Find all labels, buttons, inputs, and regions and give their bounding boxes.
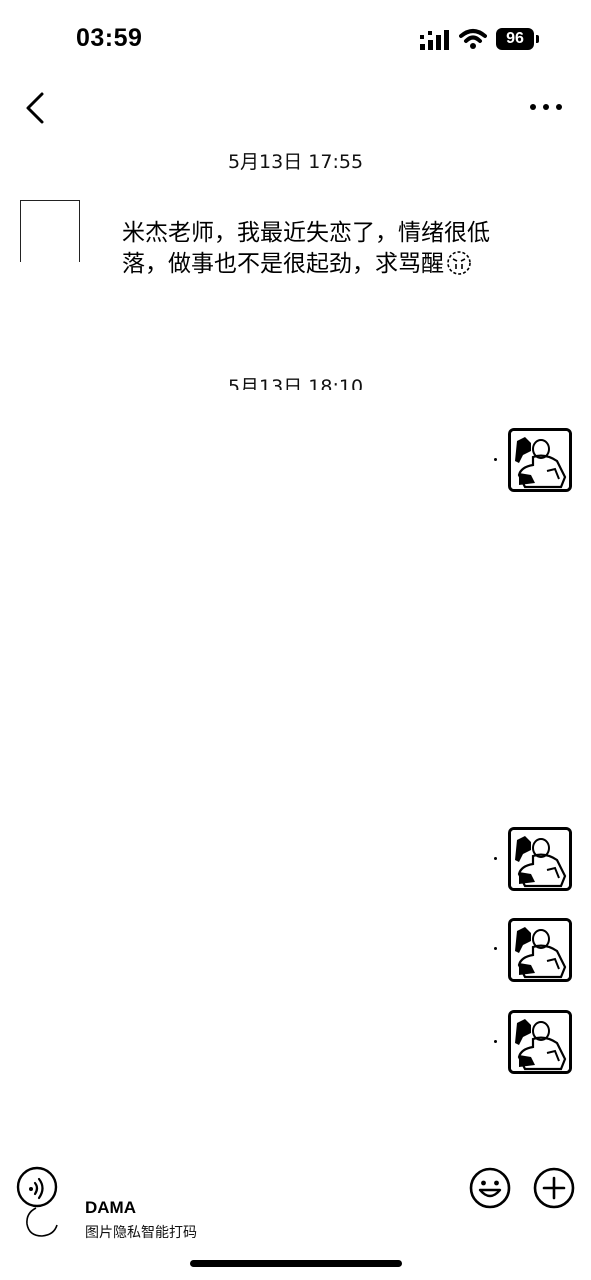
watermark-subtitle: 图片隐私智能打码 xyxy=(85,1225,197,1241)
watermark-title: DAMA xyxy=(85,1198,136,1217)
meme-image-icon xyxy=(511,1013,569,1071)
battery-tip xyxy=(536,35,539,43)
circle-outline-icon xyxy=(26,1207,58,1237)
status-time: 03:59 xyxy=(76,24,143,52)
emoji-icon[interactable] xyxy=(468,1166,512,1210)
meme-sticker[interactable] xyxy=(508,827,572,891)
battery-icon: 96 xyxy=(496,28,534,50)
voice-icon[interactable] xyxy=(16,1166,58,1208)
sad-face-emoji-icon xyxy=(447,251,471,275)
sending-dot xyxy=(494,857,497,860)
sending-dot xyxy=(494,458,497,461)
avatar[interactable] xyxy=(20,200,80,262)
sending-dot xyxy=(494,947,497,950)
meme-sticker[interactable] xyxy=(508,1010,572,1074)
sending-dot xyxy=(494,1040,497,1043)
wifi-icon xyxy=(459,29,487,49)
meme-image-icon xyxy=(511,431,569,489)
meme-image-icon xyxy=(511,830,569,888)
meme-image-icon xyxy=(511,921,569,979)
signal-icon xyxy=(420,30,449,50)
back-icon[interactable] xyxy=(20,90,50,126)
more-icon[interactable] xyxy=(528,100,564,114)
meme-sticker[interactable] xyxy=(508,428,572,492)
message-body: 米杰老师，我最近失恋了，情绪很低落，做事也不是很起劲，求骂醒 xyxy=(122,220,490,277)
plus-icon[interactable] xyxy=(532,1166,576,1210)
timestamp-2: 5月13日 18:10 xyxy=(227,376,364,390)
meme-sticker[interactable] xyxy=(508,918,572,982)
home-indicator[interactable] xyxy=(190,1260,402,1267)
timestamp-1: 5月13日 17:55 xyxy=(227,151,364,173)
message-text: 米杰老师，我最近失恋了，情绪很低落，做事也不是很起劲，求骂醒 xyxy=(122,218,502,280)
